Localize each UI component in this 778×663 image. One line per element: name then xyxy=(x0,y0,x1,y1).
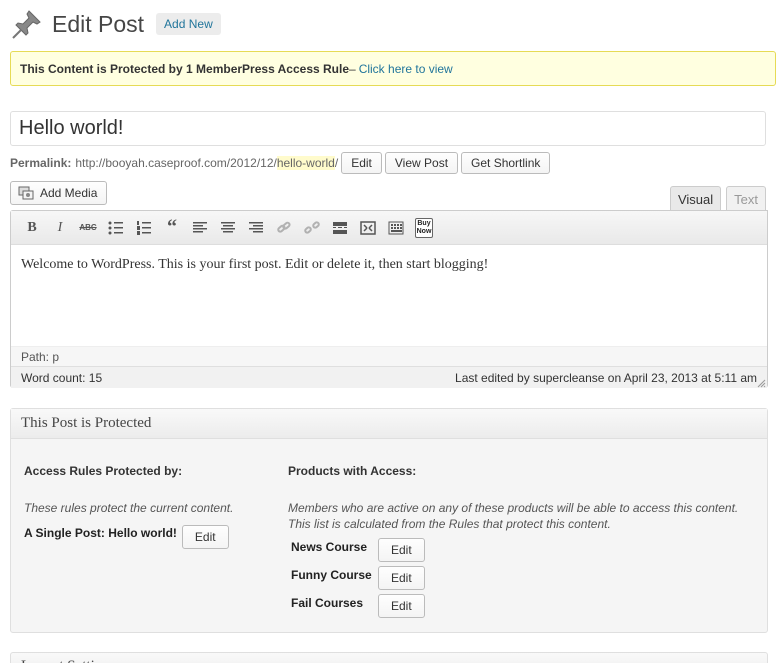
bold-icon[interactable]: B xyxy=(20,216,44,240)
access-rules-column: Access Rules Protected by: These rules p… xyxy=(24,464,274,549)
permalink-label: Permalink: xyxy=(10,156,72,170)
products-desc-1: Members who are active on any of these p… xyxy=(288,501,739,515)
editor-content[interactable]: Welcome to WordPress. This is your first… xyxy=(11,245,767,346)
protection-notice: This Content is Protected by 1 MemberPre… xyxy=(10,51,776,86)
product-name: Funny Course xyxy=(291,568,372,582)
metabox-title[interactable]: This Post is Protected xyxy=(11,409,767,439)
editor-tabs: Visual Text xyxy=(665,186,766,212)
layout-settings-metabox[interactable]: Layout Setti xyxy=(10,652,768,663)
editor-status-bar: Word count: 15 Last edited by superclean… xyxy=(11,366,767,388)
products-column: Products with Access: Members who are ac… xyxy=(288,464,758,620)
permalink-slug[interactable]: hello-world xyxy=(276,156,335,170)
product-name: Fail Courses xyxy=(291,596,364,610)
post-editor: B I ABC “ Buy Now Welcome to WordPress. … xyxy=(10,210,768,388)
page-header: Edit Post Add New xyxy=(10,6,221,42)
buy-now-icon[interactable]: Buy Now xyxy=(412,216,436,240)
kitchen-sink-icon[interactable] xyxy=(384,216,408,240)
link-icon[interactable] xyxy=(272,216,296,240)
notice-text: This Content is Protected by 1 MemberPre… xyxy=(20,61,349,76)
more-tag-icon[interactable] xyxy=(328,216,352,240)
blockquote-icon[interactable]: “ xyxy=(160,216,184,240)
add-media-button[interactable]: Add Media xyxy=(10,181,108,205)
editor-toolbar: B I ABC “ Buy Now xyxy=(11,211,767,245)
products-desc-2: This list is calculated from the Rules t… xyxy=(288,517,611,531)
products-heading: Products with Access: xyxy=(288,464,417,478)
product-row: News Course Edit xyxy=(288,536,758,564)
notice-dash: – xyxy=(349,61,356,76)
tab-text[interactable]: Text xyxy=(726,186,766,212)
edit-product-button[interactable]: Edit xyxy=(378,538,425,562)
edit-rule-button[interactable]: Edit xyxy=(181,525,229,549)
italic-icon[interactable]: I xyxy=(48,216,72,240)
numbered-list-icon[interactable] xyxy=(132,216,156,240)
permalink-end: / xyxy=(334,156,339,170)
rule-name: A Single Post: Hello world! xyxy=(24,526,177,540)
page-title: Edit Post xyxy=(52,10,145,37)
access-rules-desc: These rules protect the current content. xyxy=(24,501,234,515)
add-new-button[interactable]: Add New xyxy=(156,13,221,35)
get-shortlink-button[interactable]: Get Shortlink xyxy=(461,152,551,174)
align-center-icon[interactable] xyxy=(216,216,240,240)
post-title-input[interactable] xyxy=(10,111,766,146)
protection-metabox: This Post is Protected Access Rules Prot… xyxy=(10,408,768,633)
bullet-list-icon[interactable] xyxy=(104,216,128,240)
access-rules-heading: Access Rules Protected by: xyxy=(24,464,183,478)
media-icon xyxy=(18,186,34,200)
word-count: Word count: 15 xyxy=(21,371,103,385)
editor-path: Path: p xyxy=(11,346,767,366)
add-media-label: Add Media xyxy=(40,186,98,200)
last-edited: Last edited by supercleanse on April 23,… xyxy=(455,371,757,385)
notice-view-link[interactable]: Click here to view xyxy=(359,62,453,76)
align-left-icon[interactable] xyxy=(188,216,212,240)
unlink-icon[interactable] xyxy=(300,216,324,240)
rule-row: A Single Post: Hello world! Edit xyxy=(24,517,274,549)
product-row: Funny Course Edit xyxy=(288,564,758,592)
strikethrough-icon[interactable]: ABC xyxy=(76,216,100,240)
permalink-base: http://booyah.caseproof.com/2012/12/ xyxy=(75,156,277,170)
edit-permalink-button[interactable]: Edit xyxy=(341,152,382,174)
pushpin-icon xyxy=(10,7,44,41)
edit-product-button[interactable]: Edit xyxy=(378,566,425,590)
fullscreen-icon[interactable] xyxy=(356,216,380,240)
align-right-icon[interactable] xyxy=(244,216,268,240)
view-post-button[interactable]: View Post xyxy=(384,152,459,174)
resize-grip-icon[interactable] xyxy=(756,376,766,388)
tab-visual[interactable]: Visual xyxy=(669,186,722,212)
product-name: News Course xyxy=(291,540,368,554)
product-row: Fail Courses Edit xyxy=(288,592,758,620)
permalink-row: Permalink: http://booyah.caseproof.com/2… xyxy=(10,152,551,174)
edit-product-button[interactable]: Edit xyxy=(378,594,425,618)
